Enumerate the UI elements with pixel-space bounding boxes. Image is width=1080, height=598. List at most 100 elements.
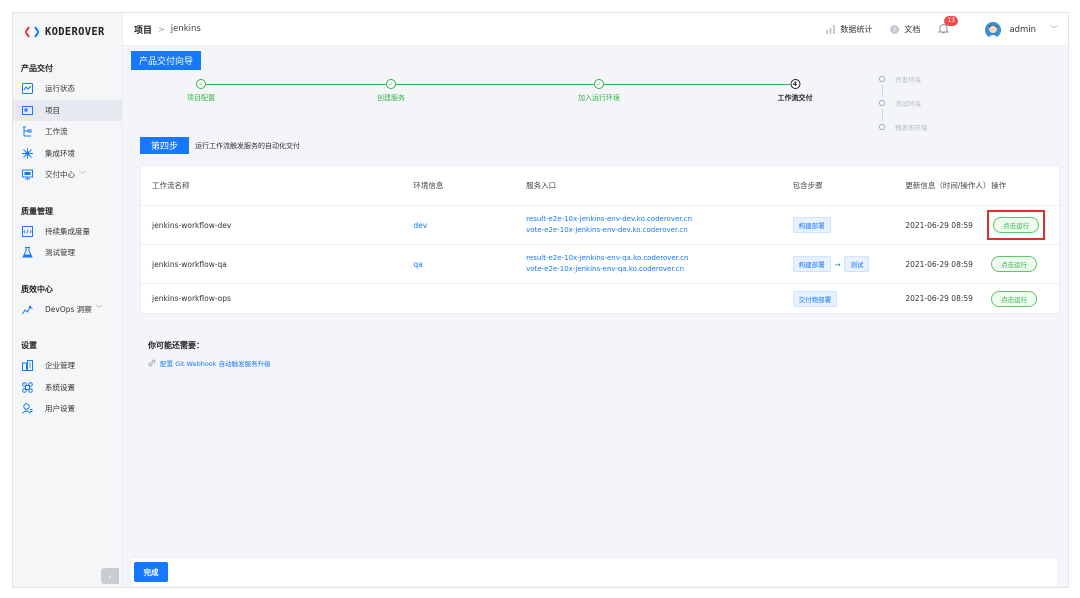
notification-bell[interactable]: 13 — [938, 16, 958, 36]
step-chips: 构建部署 — [792, 217, 906, 233]
webhook-link[interactable]: 配置 Git Webhook 自动触发服务升级 — [148, 358, 271, 368]
action-cell: 点击运行 — [991, 287, 1059, 311]
header-name: 工作流名称 — [152, 181, 190, 190]
help-icon: ? — [890, 25, 900, 34]
workflow-name[interactable]: jenkins-workflow-qa — [141, 260, 413, 269]
workflow-name[interactable]: jenkins-workflow-dev — [141, 221, 413, 230]
breadcrumb-root[interactable]: 项目 — [134, 23, 152, 36]
chevron-down-icon[interactable]: ﹀ — [79, 170, 86, 180]
sidebar-nav: 产品交付 运行状态 项目 工作流 集成环境 交付中心 ﹀ 质量管理 持续集成度量 测试管理 质效中心… — [13, 57, 122, 420]
sidebar-item[interactable]: 系统设置 — [13, 377, 122, 399]
step-connector — [396, 84, 594, 85]
sidebar-item[interactable]: DevOps 洞察 ﹀ — [13, 299, 122, 321]
table-row: jenkins-workflow-qa qa result-e2e-10x-jenk… — [141, 245, 1059, 284]
env-connector — [881, 85, 883, 97]
hint-title: 你可能还需要： — [148, 341, 204, 350]
run-button-wrap: 点击运行 — [987, 287, 1041, 311]
top-right-tools: 数据统计 ? 文档 13 admin ﹀ — [826, 13, 1068, 46]
progress-step: ✓ 项目配置 — [187, 79, 215, 103]
arrow-right-icon: → — [834, 261, 841, 269]
sidebar-item[interactable]: 集成环境 — [13, 143, 122, 165]
notification-badge: 13 — [944, 16, 958, 26]
service-entry-link[interactable]: vote-e2e-10x-jenkins-env-qa.ko.coderover… — [526, 264, 792, 275]
dashboard-icon — [21, 83, 33, 95]
environment-link[interactable]: dev — [413, 221, 526, 230]
sidebar-item[interactable]: 用户设置 — [13, 398, 122, 420]
updated-time: 2021-06-29 08:59 — [905, 259, 973, 269]
table-body: jenkins-workflow-dev dev result-e2e-10x-je… — [141, 206, 1059, 313]
step-connector — [206, 84, 386, 85]
stats-label: 数据统计 — [840, 25, 873, 34]
table-row: jenkins-workflow-ops 交付物部署 2021-06-29 08:5… — [141, 284, 1059, 313]
ci-metrics-icon — [21, 225, 33, 237]
check-icon: ✓ — [386, 79, 396, 89]
docs-label: 文档 — [904, 25, 921, 34]
workflow-table: 工作流名称 环境信息 服务入口 包含步骤 更新信息（时间/操作人） 操作 jen… — [140, 165, 1060, 314]
env-dot-icon — [879, 100, 885, 106]
action-cell: 点击运行 — [991, 252, 1059, 276]
delivery-icon — [21, 169, 33, 181]
environment-link[interactable]: qa — [413, 260, 526, 269]
sidebar-item[interactable]: 交付中心 ﹀ — [13, 164, 122, 186]
sidebar-item-label: 持续集成度量 — [45, 226, 90, 236]
sidebar-item[interactable]: 持续集成度量 — [13, 221, 122, 243]
sidebar-item-label: 集成环境 — [45, 148, 75, 158]
sidebar-item[interactable]: 工作流 — [13, 121, 122, 143]
app-window: KODEROVER 产品交付 运行状态 项目 工作流 集成环境 交付中心 ﹀ 质量管理 持续集成… — [12, 12, 1069, 588]
logo-text: KODEROVER — [45, 26, 105, 38]
svg-text:?: ? — [893, 26, 896, 34]
run-button[interactable]: 点击运行 — [993, 217, 1040, 233]
progress-step: ✓ 加入运行环境 — [578, 79, 620, 103]
sidebar: KODEROVER 产品交付 运行状态 项目 工作流 集成环境 交付中心 ﹀ 质量管理 持续集成… — [13, 13, 123, 587]
service-entry-link[interactable]: result-e2e-10x-jenkins-env-dev.ko.codero… — [526, 214, 792, 225]
sidebar-item[interactable]: 项目 — [13, 99, 122, 121]
run-button[interactable]: 点击运行 — [991, 256, 1038, 272]
sidebar-item[interactable]: 测试管理 — [13, 242, 122, 264]
guide-title: 产品交付向导 — [131, 51, 202, 70]
environment-item: 开发环境 — [879, 67, 928, 91]
koderover-logo-icon — [25, 26, 39, 38]
workflow-name[interactable]: jenkins-workflow-ops — [141, 294, 413, 303]
nav-group-title: 质量管理 — [21, 206, 53, 216]
service-entries: result-e2e-10x-jenkins-env-dev.ko.codero… — [526, 214, 792, 236]
sidebar-item[interactable]: 运行状态 — [13, 78, 122, 100]
step-label: 工作流交付 — [777, 94, 813, 102]
username[interactable]: admin — [1009, 25, 1036, 35]
environment-label: 测试环境 — [895, 100, 921, 108]
logo[interactable]: KODEROVER — [13, 13, 122, 51]
step-number: 4 — [790, 79, 800, 89]
step-chip: 测试 — [844, 256, 870, 272]
step-chip: 构建部署 — [792, 256, 831, 272]
header-env: 环境信息 — [413, 181, 444, 190]
sidebar-item[interactable]: 企业管理 — [13, 355, 122, 377]
stats-link[interactable]: 数据统计 — [826, 24, 872, 35]
service-entry-link[interactable]: result-e2e-10x-jenkins-env-qa.ko.coderov… — [526, 253, 792, 264]
nav-group-title: 设置 — [21, 341, 37, 350]
chevron-down-icon[interactable]: ﹀ — [1050, 24, 1058, 35]
step-label: 创建服务 — [377, 94, 405, 102]
link-icon — [148, 359, 156, 367]
step-chip: 构建部署 — [792, 217, 831, 233]
nav-group: 设置企业管理系统设置用户设置 — [13, 334, 122, 420]
footer-bar: 完成 — [131, 557, 1057, 586]
header-updated: 更新信息（时间/操作人） — [905, 181, 991, 190]
avatar[interactable] — [985, 21, 1002, 38]
nav-group: 质量管理持续集成度量测试管理 — [13, 200, 122, 264]
system-settings-icon — [21, 381, 33, 393]
run-button[interactable]: 点击运行 — [991, 290, 1038, 307]
docs-link[interactable]: ? 文档 — [890, 24, 920, 35]
environment-item: 预发布环境 — [879, 109, 928, 139]
sidebar-item-label: 系统设置 — [45, 382, 75, 392]
environment-label: 开发环境 — [895, 76, 921, 84]
user-settings-icon — [21, 403, 33, 415]
service-entry-link[interactable]: vote-e2e-10x-jenkins-env-dev.ko.coderove… — [526, 225, 792, 236]
header-entry: 服务入口 — [526, 181, 557, 190]
updated-time: 2021-06-29 08:59 — [905, 220, 973, 230]
done-button[interactable]: 完成 — [134, 562, 168, 582]
nav-group-title: 质效中心 — [21, 284, 53, 294]
chevron-down-icon[interactable]: ﹀ — [96, 304, 103, 314]
sidebar-item-label: DevOps 洞察 — [45, 304, 92, 314]
sidebar-item-label: 运行状态 — [45, 84, 75, 94]
step-chips: 构建部署 → 测试 — [792, 256, 906, 272]
sidebar-collapse-button[interactable]: ‹ — [101, 568, 119, 584]
